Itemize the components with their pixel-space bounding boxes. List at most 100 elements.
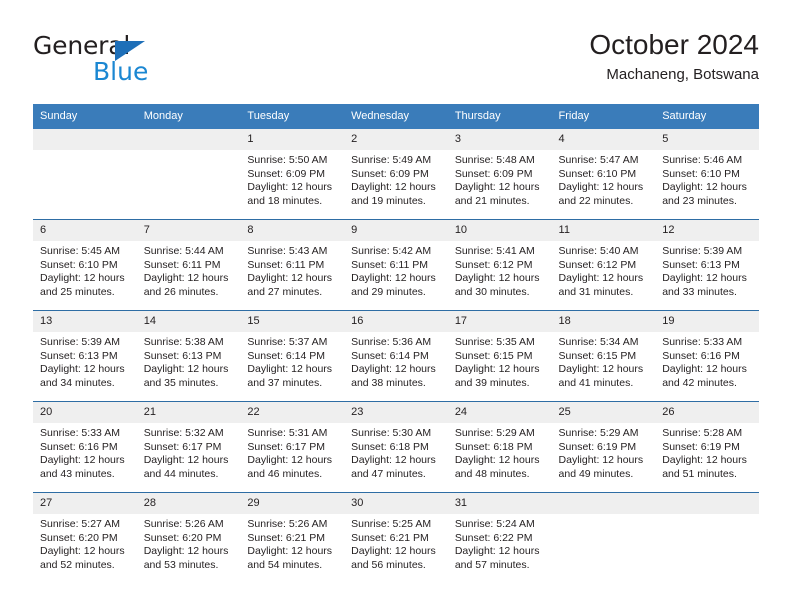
calendar-day-cell-empty	[136, 129, 241, 220]
calendar-day-cell[interactable]: 27 Sunrise: 5:27 AM Sunset: 6:20 PM Dayligh…	[33, 492, 137, 583]
sunrise-text: Sunrise: 5:27 AM	[40, 518, 120, 530]
calendar-day-cell[interactable]: 5 Sunrise: 5:46 AM Sunset: 6:10 PM Daylight…	[655, 129, 759, 220]
daylight-text: Daylight: 12 hours and 46 minutes.	[247, 454, 333, 480]
sunset-text: Sunset: 6:12 PM	[558, 258, 637, 271]
calendar-body: 1 Sunrise: 5:50 AM Sunset: 6:09 PM Daylight…	[33, 129, 759, 583]
day-number: 18	[551, 311, 656, 332]
day-sun-info: Sunrise: 5:43 AM Sunset: 6:11 PM Daylight:…	[240, 241, 344, 299]
sunset-text: Sunset: 6:17 PM	[247, 440, 326, 453]
day-sun-info: Sunrise: 5:44 AM Sunset: 6:11 PM Daylight:…	[137, 241, 241, 299]
day-number: 12	[655, 220, 759, 241]
day-number: 8	[240, 220, 345, 241]
day-number: 3	[447, 129, 552, 150]
day-sun-info: Sunrise: 5:29 AM Sunset: 6:19 PM Daylight:…	[552, 423, 656, 481]
sunrise-text: Sunrise: 5:38 AM	[143, 336, 224, 348]
day-number: 25	[551, 402, 656, 423]
calendar-day-cell[interactable]: 12 Sunrise: 5:39 AM Sunset: 6:13 PM Dayligh…	[655, 219, 759, 311]
calendar-day-cell[interactable]: 3 Sunrise: 5:48 AM Sunset: 6:09 PM Daylight…	[447, 129, 552, 220]
daylight-text: Daylight: 12 hours and 22 minutes.	[558, 181, 644, 207]
day-number: 20	[33, 402, 137, 423]
day-sun-info: Sunrise: 5:34 AM Sunset: 6:15 PM Daylight:…	[552, 332, 656, 390]
calendar-day-cell[interactable]: 10 Sunrise: 5:41 AM Sunset: 6:12 PM Dayligh…	[447, 219, 552, 311]
title-block: October 2024 Machaneng, Botswana	[589, 28, 759, 86]
calendar-day-cell[interactable]: 19 Sunrise: 5:33 AM Sunset: 6:16 PM Dayligh…	[655, 310, 759, 402]
sunrise-text: Sunrise: 5:49 AM	[351, 154, 432, 166]
weekday-header-friday: Friday	[551, 104, 656, 129]
calendar-day-cell[interactable]: 31 Sunrise: 5:24 AM Sunset: 6:22 PM Dayligh…	[447, 492, 552, 583]
sunset-text: Sunset: 6:22 PM	[454, 531, 533, 544]
calendar-day-cell[interactable]: 13 Sunrise: 5:39 AM Sunset: 6:13 PM Dayligh…	[33, 310, 137, 402]
calendar-day-cell[interactable]: 2 Sunrise: 5:49 AM Sunset: 6:09 PM Daylight…	[344, 129, 448, 220]
calendar-day-cell[interactable]: 24 Sunrise: 5:29 AM Sunset: 6:18 PM Dayligh…	[447, 401, 552, 493]
day-number: 2	[344, 129, 448, 150]
sunrise-text: Sunrise: 5:45 AM	[40, 245, 120, 257]
calendar-day-cell[interactable]: 14 Sunrise: 5:38 AM Sunset: 6:13 PM Dayligh…	[136, 310, 241, 402]
calendar-day-cell-empty	[551, 492, 656, 583]
calendar-day-cell[interactable]: 11 Sunrise: 5:40 AM Sunset: 6:12 PM Dayligh…	[551, 219, 656, 311]
day-number: 15	[240, 311, 345, 332]
daylight-text: Daylight: 12 hours and 35 minutes.	[143, 363, 229, 389]
day-number: 1	[240, 129, 345, 150]
sunset-text: Sunset: 6:15 PM	[454, 349, 533, 362]
calendar-day-cell[interactable]: 20 Sunrise: 5:33 AM Sunset: 6:16 PM Dayligh…	[33, 401, 137, 493]
weekday-header-monday: Monday	[136, 104, 241, 129]
daylight-text: Daylight: 12 hours and 31 minutes.	[558, 272, 644, 298]
page-subtitle: Machaneng, Botswana	[606, 66, 759, 83]
calendar-day-cell[interactable]: 30 Sunrise: 5:25 AM Sunset: 6:21 PM Dayligh…	[344, 492, 448, 583]
day-number: 4	[551, 129, 656, 150]
sunset-text: Sunset: 6:19 PM	[558, 440, 637, 453]
sunset-text: Sunset: 6:12 PM	[454, 258, 533, 271]
day-number: 17	[447, 311, 552, 332]
day-sun-info: Sunrise: 5:45 AM Sunset: 6:10 PM Daylight:…	[33, 241, 137, 299]
weekday-header-wednesday: Wednesday	[344, 104, 448, 129]
calendar-day-cell[interactable]: 26 Sunrise: 5:28 AM Sunset: 6:19 PM Dayligh…	[655, 401, 759, 493]
day-sun-info: Sunrise: 5:50 AM Sunset: 6:09 PM Daylight:…	[240, 150, 344, 208]
calendar-day-cell[interactable]: 15 Sunrise: 5:37 AM Sunset: 6:14 PM Dayligh…	[240, 310, 345, 402]
sunrise-text: Sunrise: 5:34 AM	[558, 336, 639, 348]
sunset-text: Sunset: 6:13 PM	[662, 258, 740, 271]
calendar-day-cell[interactable]: 16 Sunrise: 5:36 AM Sunset: 6:14 PM Dayligh…	[344, 310, 448, 402]
day-number: 26	[655, 402, 759, 423]
sunset-text: Sunset: 6:11 PM	[351, 258, 428, 271]
day-sun-info: Sunrise: 5:39 AM Sunset: 6:13 PM Daylight:…	[655, 241, 759, 299]
calendar-day-cell[interactable]: 22 Sunrise: 5:31 AM Sunset: 6:17 PM Dayligh…	[240, 401, 345, 493]
calendar-day-cell[interactable]: 17 Sunrise: 5:35 AM Sunset: 6:15 PM Dayligh…	[447, 310, 552, 402]
calendar-day-cell[interactable]: 1 Sunrise: 5:50 AM Sunset: 6:09 PM Daylight…	[240, 129, 345, 220]
calendar-day-cell[interactable]: 8 Sunrise: 5:43 AM Sunset: 6:11 PM Daylight…	[240, 219, 345, 311]
sunset-text: Sunset: 6:13 PM	[143, 349, 222, 362]
calendar-day-cell[interactable]: 23 Sunrise: 5:30 AM Sunset: 6:18 PM Dayligh…	[344, 401, 448, 493]
sunset-text: Sunset: 6:17 PM	[143, 440, 222, 453]
day-number: 13	[33, 311, 137, 332]
calendar-day-cell[interactable]: 18 Sunrise: 5:34 AM Sunset: 6:15 PM Dayligh…	[551, 310, 656, 402]
sunrise-text: Sunrise: 5:46 AM	[662, 154, 743, 166]
calendar-day-cell[interactable]: 6 Sunrise: 5:45 AM Sunset: 6:10 PM Daylight…	[33, 219, 137, 311]
sunset-text: Sunset: 6:14 PM	[247, 349, 326, 362]
day-number	[136, 129, 241, 150]
day-sun-info: Sunrise: 5:35 AM Sunset: 6:15 PM Daylight:…	[448, 332, 552, 390]
day-sun-info: Sunrise: 5:40 AM Sunset: 6:12 PM Daylight:…	[552, 241, 656, 299]
day-sun-info: Sunrise: 5:27 AM Sunset: 6:20 PM Daylight:…	[33, 514, 137, 572]
day-sun-info: Sunrise: 5:49 AM Sunset: 6:09 PM Daylight:…	[344, 150, 448, 208]
day-sun-info: Sunrise: 5:38 AM Sunset: 6:13 PM Daylight:…	[137, 332, 241, 390]
day-number: 11	[551, 220, 656, 241]
calendar-day-cell[interactable]: 21 Sunrise: 5:32 AM Sunset: 6:17 PM Dayligh…	[136, 401, 241, 493]
calendar-day-cell[interactable]: 29 Sunrise: 5:26 AM Sunset: 6:21 PM Dayligh…	[240, 492, 345, 583]
day-sun-info: Sunrise: 5:39 AM Sunset: 6:13 PM Daylight:…	[33, 332, 137, 390]
daylight-text: Daylight: 12 hours and 19 minutes.	[351, 181, 436, 207]
calendar-day-cell[interactable]: 9 Sunrise: 5:42 AM Sunset: 6:11 PM Daylight…	[344, 219, 448, 311]
calendar-day-cell[interactable]: 7 Sunrise: 5:44 AM Sunset: 6:11 PM Daylight…	[136, 219, 241, 311]
daylight-text: Daylight: 12 hours and 47 minutes.	[351, 454, 436, 480]
day-number: 24	[447, 402, 552, 423]
sunset-text: Sunset: 6:10 PM	[662, 167, 740, 180]
calendar-week-row: 6 Sunrise: 5:45 AM Sunset: 6:10 PM Daylight…	[33, 219, 759, 311]
sunrise-text: Sunrise: 5:26 AM	[143, 518, 224, 530]
daylight-text: Daylight: 12 hours and 51 minutes.	[662, 454, 747, 480]
calendar-day-cell[interactable]: 4 Sunrise: 5:47 AM Sunset: 6:10 PM Daylight…	[551, 129, 656, 220]
day-sun-info: Sunrise: 5:42 AM Sunset: 6:11 PM Daylight:…	[344, 241, 448, 299]
sunset-text: Sunset: 6:14 PM	[351, 349, 429, 362]
calendar-day-cell[interactable]: 28 Sunrise: 5:26 AM Sunset: 6:20 PM Dayligh…	[136, 492, 241, 583]
day-sun-info: Sunrise: 5:33 AM Sunset: 6:16 PM Daylight:…	[33, 423, 137, 481]
sunset-text: Sunset: 6:16 PM	[40, 440, 118, 453]
calendar-day-cell[interactable]: 25 Sunrise: 5:29 AM Sunset: 6:19 PM Dayligh…	[551, 401, 656, 493]
daylight-text: Daylight: 12 hours and 54 minutes.	[247, 545, 333, 571]
